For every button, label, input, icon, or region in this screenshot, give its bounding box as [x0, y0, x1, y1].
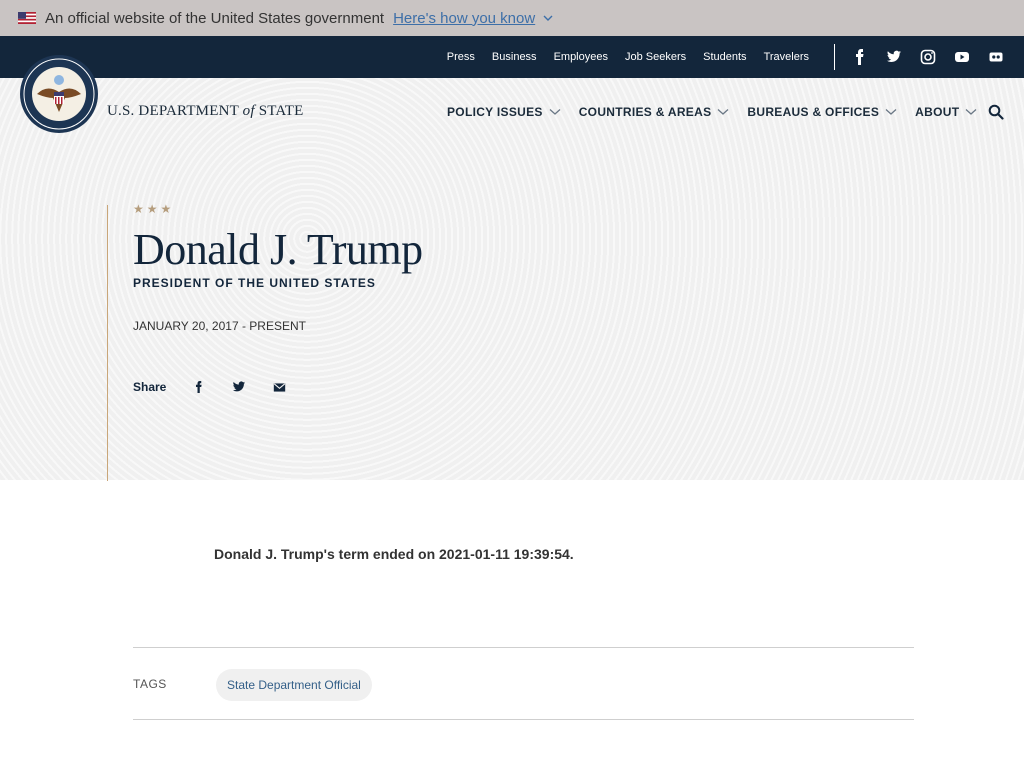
chevron-down-icon — [965, 109, 977, 115]
divider — [133, 719, 914, 720]
us-flag-icon — [18, 12, 36, 24]
nav-policy-issues[interactable]: POLICY ISSUES — [447, 105, 561, 119]
chevron-down-icon — [885, 109, 897, 115]
nav-bureaus-offices[interactable]: BUREAUS & OFFICES — [747, 105, 897, 119]
person-role: PRESIDENT OF THE UNITED STATES — [133, 276, 376, 290]
share-facebook-icon[interactable] — [192, 380, 206, 394]
chevron-down-icon — [717, 109, 729, 115]
util-link-press[interactable]: Press — [447, 51, 475, 63]
util-link-job-seekers[interactable]: Job Seekers — [625, 51, 686, 63]
util-link-business[interactable]: Business — [492, 51, 537, 63]
department-seal-logo[interactable] — [19, 54, 99, 134]
flickr-icon[interactable] — [988, 49, 1004, 65]
page-title: Donald J. Trump — [133, 225, 423, 274]
main-nav: POLICY ISSUES COUNTRIES & AREAS BUREAUS … — [447, 105, 977, 119]
share-label: Share — [133, 380, 167, 394]
heres-how-you-know-link[interactable]: Here's how you know — [393, 10, 535, 27]
chevron-down-icon[interactable] — [543, 13, 553, 23]
term-dates: JANUARY 20, 2017 - PRESENT — [133, 319, 306, 333]
brand-prefix: U.S. DEPARTMENT — [107, 103, 239, 119]
tag-state-department-official[interactable]: State Department Official — [216, 669, 372, 701]
official-site-text: An official website of the United States… — [45, 9, 385, 27]
facebook-icon[interactable] — [852, 49, 868, 65]
twitter-icon[interactable] — [886, 49, 902, 65]
tags-label: TAGS — [133, 677, 167, 691]
social-links — [852, 36, 1004, 78]
divider — [133, 647, 914, 648]
utility-nav: Press Business Employees Job Seekers Stu… — [0, 36, 1024, 78]
stars-decoration: ★★★ — [133, 202, 175, 216]
nav-countries-areas[interactable]: COUNTRIES & AREAS — [579, 105, 730, 119]
brand-of: of — [242, 103, 255, 119]
chevron-down-icon — [549, 109, 561, 115]
gov-banner: An official website of the United States… — [0, 0, 1024, 36]
util-link-travelers[interactable]: Travelers — [764, 51, 809, 63]
nav-label: ABOUT — [915, 105, 960, 119]
hero-section: U.S. DEPARTMENT of STATE POLICY ISSUES C… — [0, 55, 1024, 481]
share-email-icon[interactable] — [272, 380, 286, 394]
utility-links: Press Business Employees Job Seekers Stu… — [447, 36, 809, 78]
brand-suffix: STATE — [258, 103, 304, 119]
term-ended-note: Donald J. Trump's term ended on 2021-01-… — [214, 546, 574, 562]
instagram-icon[interactable] — [920, 49, 936, 65]
nav-about[interactable]: ABOUT — [915, 105, 977, 119]
accent-rule — [107, 205, 108, 481]
share-bar: Share — [133, 380, 286, 394]
share-twitter-icon[interactable] — [232, 380, 246, 394]
search-icon[interactable] — [988, 104, 1004, 120]
nav-label: POLICY ISSUES — [447, 105, 543, 119]
util-link-employees[interactable]: Employees — [554, 51, 608, 63]
nav-label: BUREAUS & OFFICES — [747, 105, 880, 119]
util-link-students[interactable]: Students — [703, 51, 746, 63]
youtube-icon[interactable] — [954, 49, 970, 65]
nav-label: COUNTRIES & AREAS — [578, 105, 712, 119]
brand-wordmark[interactable]: U.S. DEPARTMENT of STATE — [107, 103, 304, 120]
utility-divider — [834, 44, 835, 70]
